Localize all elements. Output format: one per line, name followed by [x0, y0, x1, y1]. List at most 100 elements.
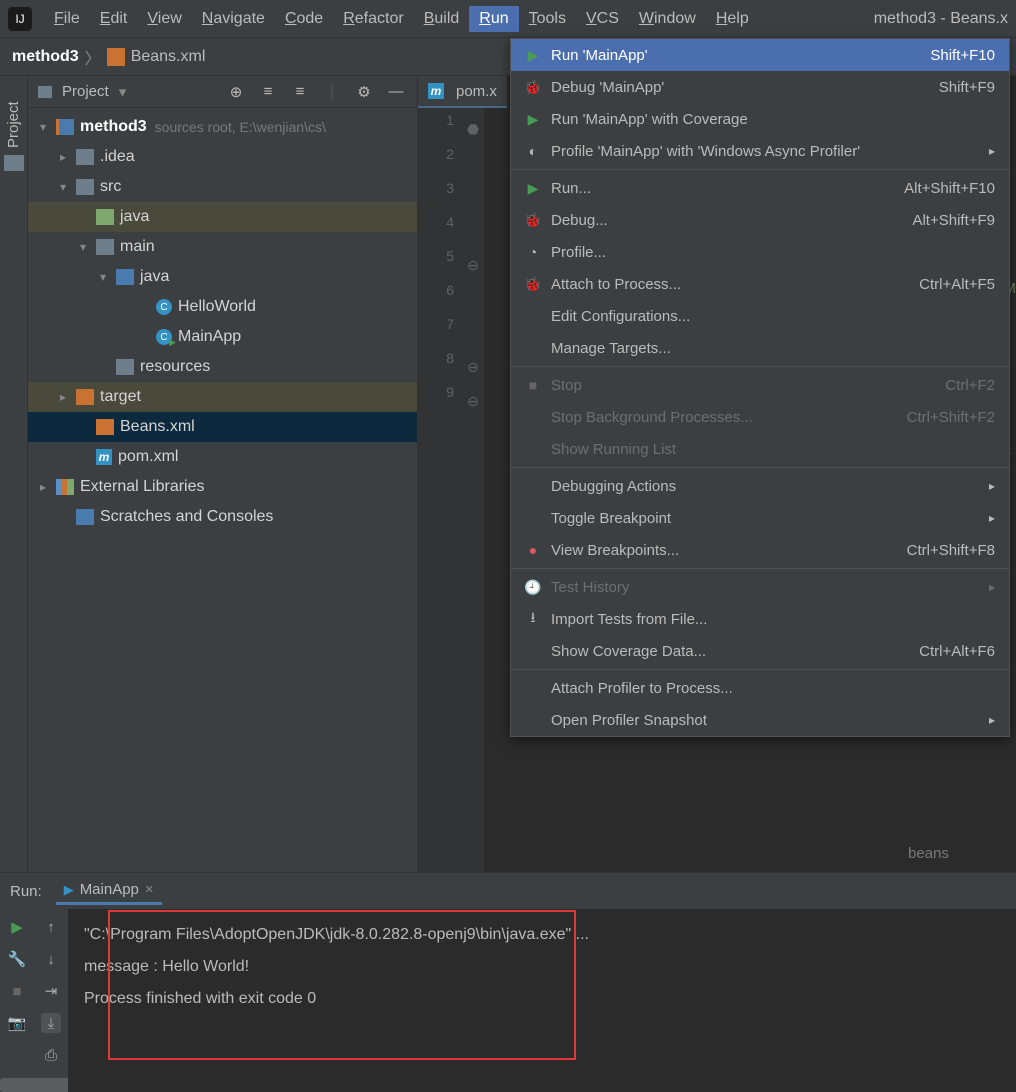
menu-tools[interactable]: Tools [519, 6, 576, 32]
line-number: 9 [418, 384, 462, 418]
menu-item-profile-mainapp-with-windows-async-profiler[interactable]: ◐Profile 'MainApp' with 'Windows Async P… [511, 135, 1009, 167]
tree-node-src[interactable]: ▾src [28, 172, 417, 202]
folder-icon [38, 86, 52, 98]
expand-icon[interactable]: ≡ [257, 81, 279, 103]
project-header: Project ▾ ⊕ ≡ ≡ | ⚙ — [28, 76, 417, 108]
menu-item-run[interactable]: ▶Run...Alt+Shift+F10 [511, 172, 1009, 204]
run-menu-dropdown: ▶Run 'MainApp'Shift+F10🐞Debug 'MainApp'S… [510, 38, 1010, 737]
tree-node-mainapp[interactable]: C▶MainApp [28, 322, 417, 352]
wrap-icon[interactable]: ⇥ [41, 981, 61, 1001]
menu-item-debug[interactable]: 🐞Debug...Alt+Shift+F9 [511, 204, 1009, 236]
line-number: 5 [418, 248, 462, 282]
breadcrumb-file[interactable]: Beans.xml [131, 48, 206, 66]
tree-node-target[interactable]: ▸target [28, 382, 417, 412]
tree-node-beans-xml[interactable]: Beans.xml [28, 412, 417, 442]
project-tool-label[interactable]: Project [5, 121, 22, 148]
gutter-icon[interactable]: ⬣ [462, 112, 484, 146]
menu-separator [511, 568, 1009, 569]
menu-item-show-coverage-data[interactable]: Show Coverage Data...Ctrl+Alt+F6 [511, 635, 1009, 667]
menu-help[interactable]: Help [706, 6, 759, 32]
menu-item-run-mainapp-with-coverage[interactable]: ▶Run 'MainApp' with Coverage [511, 103, 1009, 135]
menu-refactor[interactable]: Refactor [333, 6, 413, 32]
menu-item-attach-profiler-to-process[interactable]: Attach Profiler to Process... [511, 672, 1009, 704]
wrench-icon[interactable]: 🔧 [7, 949, 27, 969]
chevron-right-icon: 〉 [85, 45, 101, 69]
run-tab-active[interactable]: ▶ MainApp × [56, 877, 162, 905]
locate-icon[interactable]: ⊕ [225, 81, 247, 103]
tree-node-resources[interactable]: resources [28, 352, 417, 382]
tree-node-main[interactable]: ▾main [28, 232, 417, 262]
rerun-icon[interactable]: ▶ [7, 917, 27, 937]
close-icon[interactable]: × [145, 881, 154, 898]
menu-item-edit-configurations[interactable]: Edit Configurations... [511, 300, 1009, 332]
maven-icon: m [428, 83, 444, 99]
menu-view[interactable]: View [137, 6, 191, 32]
menu-item-open-profiler-snapshot[interactable]: Open Profiler Snapshot▸ [511, 704, 1009, 736]
run-toolbar-primary: ▶ 🔧 ■ 📷 [0, 909, 34, 1092]
menu-code[interactable]: Code [275, 6, 333, 32]
app-icon: IJ [8, 7, 32, 31]
menu-item-import-tests-from-file[interactable]: ⭳Import Tests from File... [511, 603, 1009, 635]
tree-node-pom-xml[interactable]: mpom.xml [28, 442, 417, 472]
tree-node-scratches-and-consoles[interactable]: Scratches and Consoles [28, 502, 417, 532]
fold-icon[interactable]: ⊖ [462, 384, 484, 418]
menu-item-view-breakpoints[interactable]: ●View Breakpoints...Ctrl+Shift+F8 [511, 534, 1009, 566]
menu-item-stop-background-processes: Stop Background Processes...Ctrl+Shift+F… [511, 401, 1009, 433]
dropdown-icon[interactable]: ▾ [119, 83, 127, 101]
minimize-icon[interactable]: — [385, 81, 407, 103]
menu-item-toggle-breakpoint[interactable]: Toggle Breakpoint▸ [511, 502, 1009, 534]
tree-node-java[interactable]: java [28, 202, 417, 232]
project-tree[interactable]: ▾method3sources root, E:\wenjian\cs\▸.id… [28, 108, 417, 872]
menu-item-manage-targets[interactable]: Manage Targets... [511, 332, 1009, 364]
run-label: Run: [10, 883, 42, 900]
folder-icon[interactable] [4, 155, 24, 171]
menu-window[interactable]: Window [629, 6, 706, 32]
down-icon[interactable]: ↓ [41, 949, 61, 969]
fold-icon[interactable]: ⊖ [462, 248, 484, 282]
fold-icon[interactable]: ⊖ [462, 350, 484, 384]
tree-node-java[interactable]: ▾java [28, 262, 417, 292]
console-line: message : Hello World! [84, 951, 1000, 983]
console-output[interactable]: "C:\Program Files\AdoptOpenJDK\jdk-8.0.2… [68, 909, 1016, 1092]
menu-item-run-mainapp[interactable]: ▶Run 'MainApp'Shift+F10 [511, 39, 1009, 71]
breadcrumb-hint: beans [908, 845, 949, 862]
tree-node--idea[interactable]: ▸.idea [28, 142, 417, 172]
line-number: 2 [418, 146, 462, 180]
menu-run[interactable]: Run [469, 6, 518, 32]
menu-item-debug-mainapp[interactable]: 🐞Debug 'MainApp'Shift+F9 [511, 71, 1009, 103]
stop-icon[interactable]: ■ [7, 981, 27, 1001]
tree-node-external-libraries[interactable]: ▸External Libraries [28, 472, 417, 502]
breadcrumb-project[interactable]: method3 [12, 48, 79, 66]
line-number: 4 [418, 214, 462, 248]
line-number: 1 [418, 112, 462, 146]
menu-vcs[interactable]: VCS [576, 6, 629, 32]
tree-node-helloworld[interactable]: CHelloWorld [28, 292, 417, 322]
scroll-icon[interactable]: ⤓ [41, 1013, 61, 1033]
menu-file[interactable]: File [44, 6, 90, 32]
collapse-icon[interactable]: ≡ [289, 81, 311, 103]
up-icon[interactable]: ↑ [41, 917, 61, 937]
menu-separator [511, 169, 1009, 170]
menu-item-profile[interactable]: ◔Profile... [511, 236, 1009, 268]
editor-tab[interactable]: m pom.x [418, 76, 507, 108]
gear-icon[interactable]: ⚙ [353, 81, 375, 103]
console-line: Process finished with exit code 0 [84, 983, 1000, 1015]
menu-item-stop: ■StopCtrl+F2 [511, 369, 1009, 401]
project-header-label[interactable]: Project [62, 83, 109, 100]
xml-file-icon [107, 48, 125, 66]
line-number: 6 [418, 282, 462, 316]
menu-build[interactable]: Build [414, 6, 470, 32]
left-gutter: Project [0, 76, 28, 872]
menu-navigate[interactable]: Navigate [192, 6, 275, 32]
run-panel: Run: ▶ MainApp × ▶ 🔧 ■ 📷 ↑ ↓ ⇥ ⤓ ⎙ "C:\P… [0, 872, 1016, 1092]
line-numbers: 123456789 [418, 76, 462, 872]
tree-node-method3[interactable]: ▾method3sources root, E:\wenjian\cs\ [28, 112, 417, 142]
camera-icon[interactable]: 📷 [7, 1013, 27, 1033]
menu-edit[interactable]: Edit [90, 6, 138, 32]
run-toolbar-secondary: ↑ ↓ ⇥ ⤓ ⎙ [34, 909, 68, 1092]
project-panel: Project ▾ ⊕ ≡ ≡ | ⚙ — ▾method3sources ro… [28, 76, 418, 872]
menu-item-attach-to-process[interactable]: 🐞Attach to Process...Ctrl+Alt+F5 [511, 268, 1009, 300]
print-icon[interactable]: ⎙ [41, 1045, 61, 1065]
menu-item-test-history: 🕘Test History▸ [511, 571, 1009, 603]
menu-item-debugging-actions[interactable]: Debugging Actions▸ [511, 470, 1009, 502]
